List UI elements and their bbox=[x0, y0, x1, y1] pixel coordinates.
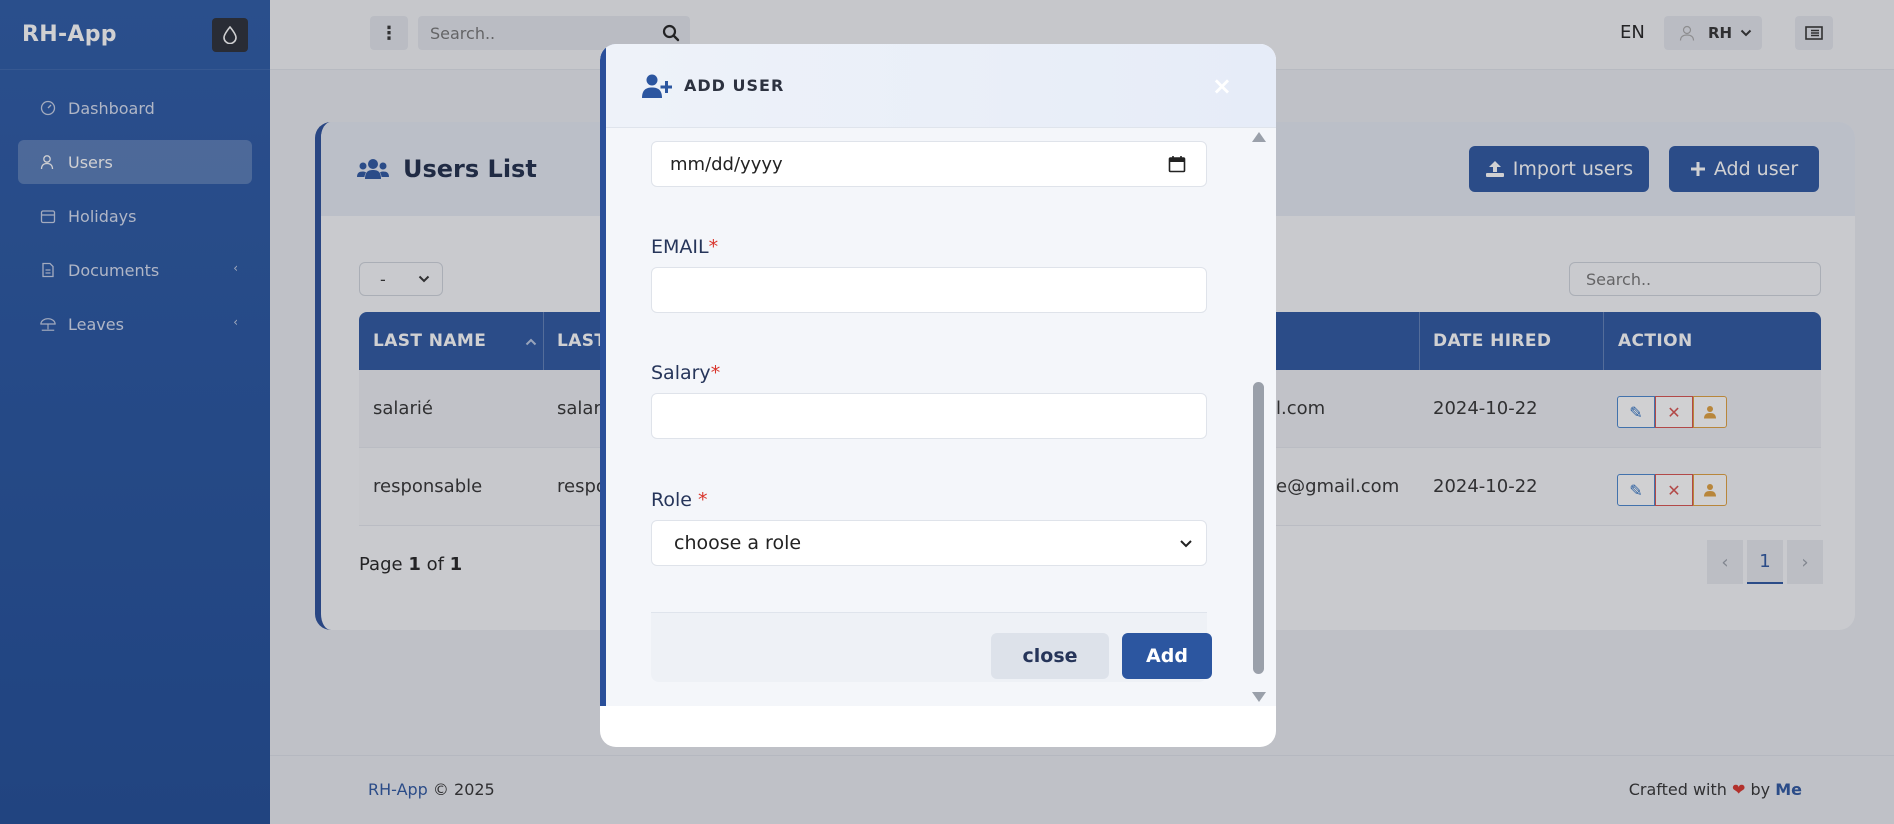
close-icon[interactable]: × bbox=[1212, 72, 1232, 100]
scroll-down-icon[interactable] bbox=[1252, 692, 1266, 702]
required-mark: * bbox=[698, 489, 708, 511]
scroll-up-icon[interactable] bbox=[1252, 132, 1266, 142]
role-label-text: Role bbox=[651, 489, 692, 511]
user-plus-icon bbox=[642, 74, 672, 98]
modal-footer: close Add bbox=[651, 612, 1212, 682]
chevron-down-icon bbox=[1180, 540, 1192, 548]
modal-title: ADD USER bbox=[684, 76, 785, 95]
add-button[interactable]: Add bbox=[1122, 633, 1212, 679]
email-label: EMAIL* bbox=[651, 236, 718, 258]
calendar-icon[interactable] bbox=[1168, 155, 1186, 173]
role-select[interactable]: choose a role bbox=[651, 520, 1207, 566]
role-label: Role * bbox=[651, 489, 708, 511]
date-placeholder: mm/dd/yyyy bbox=[670, 153, 783, 175]
email-field[interactable] bbox=[651, 267, 1207, 313]
date-field[interactable]: mm/dd/yyyy bbox=[651, 141, 1207, 187]
salary-label-text: Salary bbox=[651, 362, 711, 384]
salary-label: Salary* bbox=[651, 362, 720, 384]
modal-body: ADD USER × mm/dd/yyyy EMAIL* Salary* Rol… bbox=[600, 44, 1276, 706]
salary-field[interactable] bbox=[651, 393, 1207, 439]
required-mark: * bbox=[710, 362, 721, 384]
role-selected-value: choose a role bbox=[674, 532, 802, 554]
required-mark: * bbox=[708, 236, 719, 258]
email-label-text: EMAIL bbox=[651, 236, 709, 258]
scrollbar-thumb[interactable] bbox=[1253, 382, 1264, 674]
close-button[interactable]: close bbox=[991, 633, 1109, 679]
modal-scrollbar[interactable] bbox=[1252, 128, 1266, 706]
add-user-modal: ADD USER × mm/dd/yyyy EMAIL* Salary* Rol… bbox=[600, 44, 1276, 747]
modal-header: ADD USER × bbox=[606, 44, 1276, 128]
